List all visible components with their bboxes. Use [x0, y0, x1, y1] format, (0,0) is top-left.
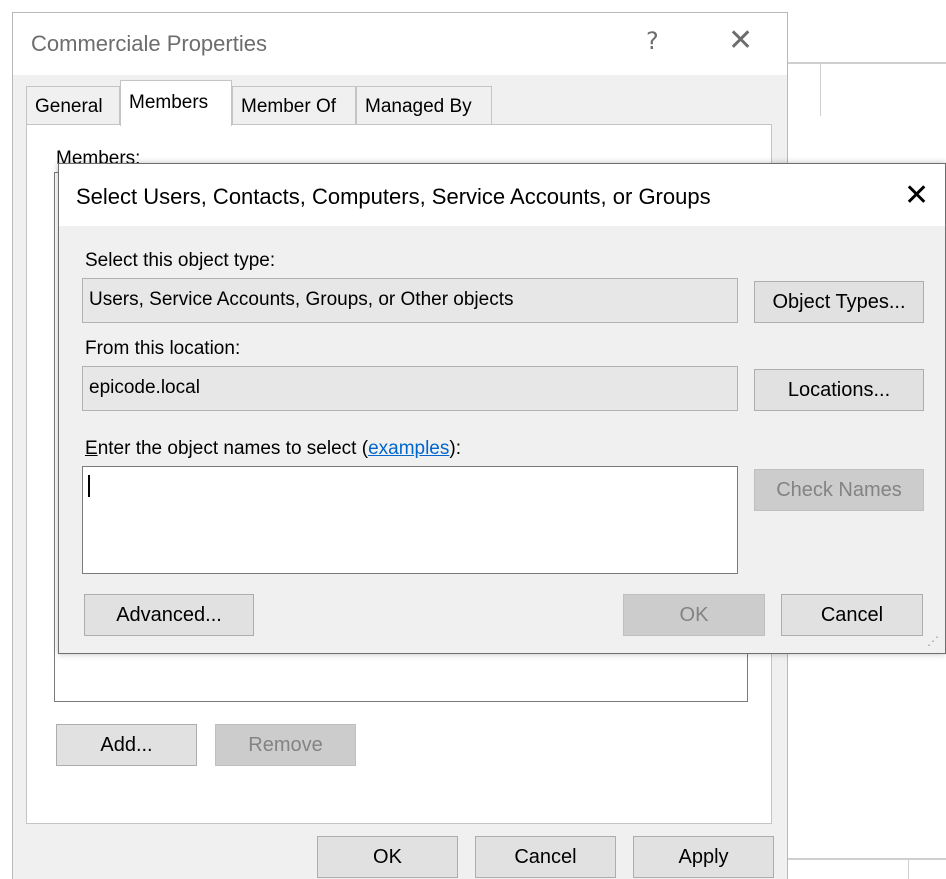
tab-members[interactable]: Members: [120, 80, 232, 126]
select-objects-dialog: Select Users, Contacts, Computers, Servi…: [58, 163, 946, 654]
text-cursor: [88, 475, 90, 497]
label-text: nter the object names to select (: [97, 438, 369, 459]
window-title: Commerciale Properties: [31, 31, 267, 56]
tab-member-of[interactable]: Member Of: [232, 86, 356, 124]
background-divider: [908, 860, 909, 879]
tab-label: General: [35, 96, 103, 117]
cancel-button[interactable]: Cancel: [475, 836, 616, 878]
dialog-title: Select Users, Contacts, Computers, Servi…: [76, 184, 711, 209]
properties-titlebar: Commerciale Properties ? ✕: [13, 13, 787, 75]
object-type-field: Users, Service Accounts, Groups, or Othe…: [82, 278, 738, 323]
location-label: From this location:: [85, 338, 241, 359]
dialog-ok-button[interactable]: OK: [623, 594, 765, 636]
check-names-button[interactable]: Check Names: [754, 469, 924, 511]
help-icon[interactable]: ?: [646, 27, 659, 55]
ok-button[interactable]: OK: [317, 836, 458, 878]
apply-button[interactable]: Apply: [633, 836, 774, 878]
label-accesskey: E: [85, 438, 98, 459]
location-field: epicode.local: [82, 366, 738, 411]
locations-button[interactable]: Locations...: [754, 369, 924, 411]
advanced-button[interactable]: Advanced...: [84, 594, 254, 636]
tab-label: Managed By: [365, 96, 472, 117]
object-type-label: Select this object type:: [85, 250, 276, 271]
tab-label: Member Of: [241, 96, 337, 117]
object-types-button[interactable]: Object Types...: [754, 281, 924, 323]
object-names-input[interactable]: [82, 466, 738, 574]
resize-grip-icon[interactable]: ⋰: [927, 634, 939, 648]
background-divider: [788, 62, 946, 64]
label-text-end: ):: [449, 438, 461, 459]
close-icon[interactable]: ✕: [728, 23, 753, 58]
object-names-label: Enter the object names to select (exampl…: [85, 438, 461, 460]
examples-link[interactable]: examples: [368, 438, 449, 459]
add-button[interactable]: Add...: [56, 724, 197, 766]
background-divider: [820, 64, 821, 116]
tab-label: Members: [129, 92, 209, 113]
dialog-titlebar: Select Users, Contacts, Computers, Servi…: [59, 164, 945, 226]
tab-general[interactable]: General: [26, 86, 120, 124]
tab-managed-by[interactable]: Managed By: [356, 86, 492, 124]
close-icon[interactable]: ✕: [904, 178, 929, 213]
remove-button[interactable]: Remove: [215, 724, 356, 766]
background-divider: [788, 858, 946, 860]
dialog-cancel-button[interactable]: Cancel: [781, 594, 923, 636]
